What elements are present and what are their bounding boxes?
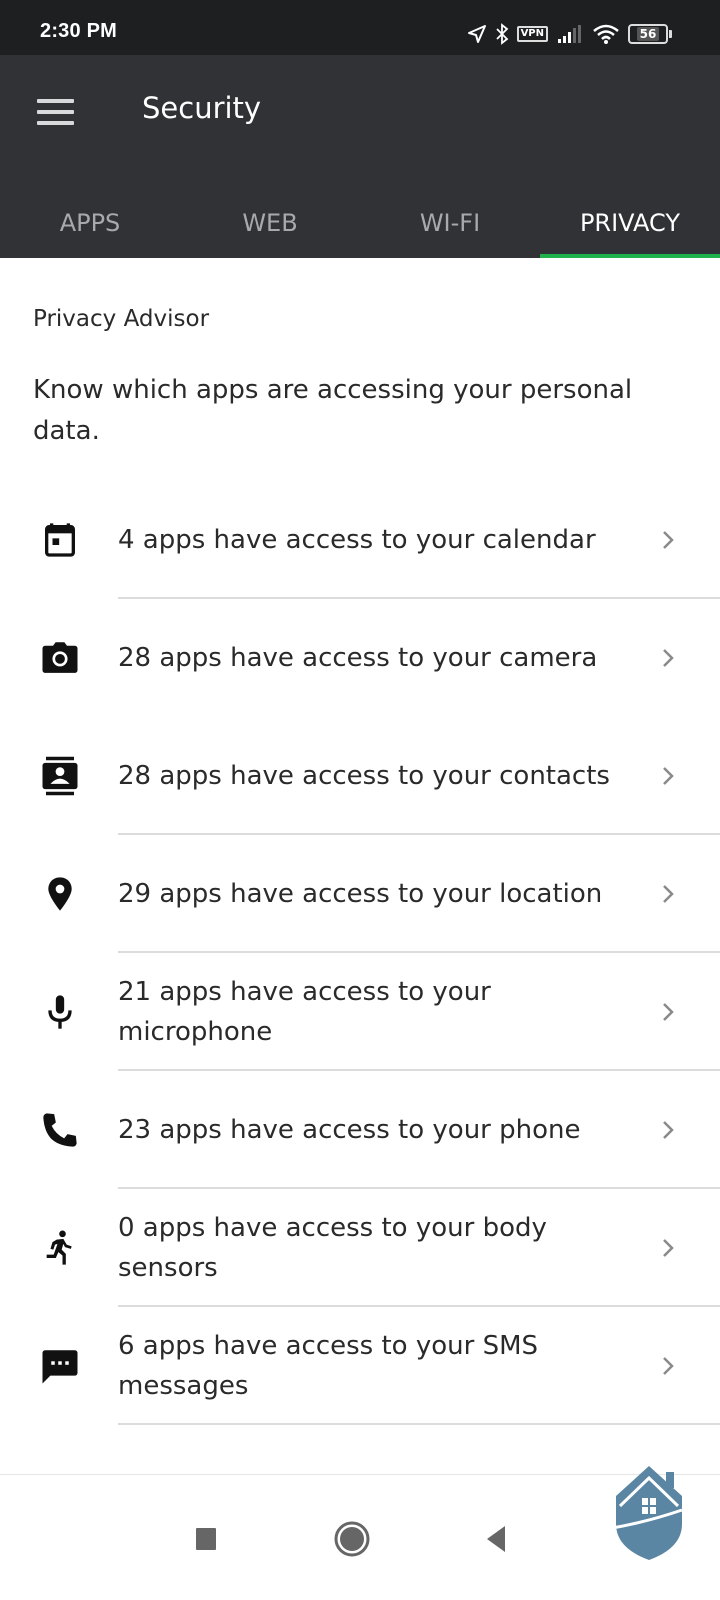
contacts-icon	[36, 752, 84, 800]
tab-privacy[interactable]: PRIVACY	[540, 180, 720, 258]
location-pin-icon	[36, 870, 84, 918]
hamburger-menu-icon[interactable]	[30, 93, 78, 133]
vpn-icon: VPN	[516, 26, 548, 42]
status-icons: VPN 56	[467, 20, 672, 48]
chevron-right-icon	[656, 1000, 680, 1024]
signal-icon	[556, 24, 584, 44]
tab-bar: APPS WEB WI-FI PRIVACY	[0, 180, 720, 258]
home-circle-icon[interactable]	[322, 1509, 382, 1569]
item-label: 28 apps have access to your camera	[118, 643, 598, 673]
location-arrow-icon	[467, 24, 487, 44]
list-item-sms[interactable]: 6 apps have access to your SMS messages	[0, 1307, 720, 1425]
phone-icon	[36, 1106, 84, 1154]
chevron-right-icon	[656, 646, 680, 670]
item-label: 0 apps have access to your body sensors	[118, 1213, 547, 1283]
list-item-contacts[interactable]: 28 apps have access to your contacts	[0, 717, 720, 835]
calendar-icon	[36, 516, 84, 564]
chevron-right-icon	[656, 882, 680, 906]
chevron-right-icon	[656, 528, 680, 552]
list-item-body-sensors[interactable]: 0 apps have access to your body sensors	[0, 1189, 720, 1307]
status-time: 2:30 PM	[40, 20, 117, 42]
tab-wifi[interactable]: WI-FI	[360, 180, 540, 258]
wifi-icon	[592, 23, 620, 45]
tab-web[interactable]: WEB	[180, 180, 360, 258]
item-label: 23 apps have access to your phone	[118, 1115, 581, 1145]
list-item-calendar[interactable]: 4 apps have access to your calendar	[0, 481, 720, 599]
sms-message-icon	[36, 1342, 84, 1390]
item-label: 29 apps have access to your location	[118, 879, 603, 909]
privacy-list: 4 apps have access to your calendar 28 a…	[0, 481, 720, 1474]
chevron-right-icon	[656, 1118, 680, 1142]
item-label: 28 apps have access to your contacts	[118, 761, 610, 791]
list-item-microphone[interactable]: 21 apps have access to your microphone	[0, 953, 720, 1071]
chevron-right-icon	[656, 1236, 680, 1260]
folder-icon	[36, 1465, 84, 1474]
list-item-phone[interactable]: 23 apps have access to your phone	[0, 1071, 720, 1189]
back-triangle-icon[interactable]	[466, 1509, 526, 1569]
section-description: Know which apps are accessing your perso…	[33, 375, 633, 446]
privacy-content[interactable]: Privacy Advisor Know which apps are acce…	[0, 258, 720, 1474]
list-item-location[interactable]: 29 apps have access to your location	[0, 835, 720, 953]
list-item-camera[interactable]: 28 apps have access to your camera	[0, 599, 720, 717]
microphone-icon	[36, 988, 84, 1036]
status-bar: 2:30 PM VPN 56	[0, 0, 720, 55]
chevron-right-icon	[656, 1354, 680, 1378]
item-label: 4 apps have access to your calendar	[118, 525, 596, 555]
camera-icon	[36, 634, 84, 682]
chevron-right-icon	[656, 764, 680, 788]
battery-icon: 56	[628, 24, 672, 44]
section-title: Privacy Advisor	[33, 306, 210, 332]
app-bar: Security APPS WEB WI-FI PRIVACY	[0, 55, 720, 258]
item-label: 6 apps have access to your SMS messages	[118, 1331, 539, 1401]
item-label: 21 apps have access to your microphone	[118, 977, 491, 1047]
bluetooth-icon	[495, 23, 509, 45]
running-person-icon	[36, 1224, 84, 1272]
battery-level: 56	[636, 27, 660, 41]
page-title: Security	[142, 91, 262, 125]
watermark-logo	[611, 1462, 686, 1562]
recents-square-icon[interactable]	[176, 1509, 236, 1569]
tab-apps[interactable]: APPS	[0, 180, 180, 258]
